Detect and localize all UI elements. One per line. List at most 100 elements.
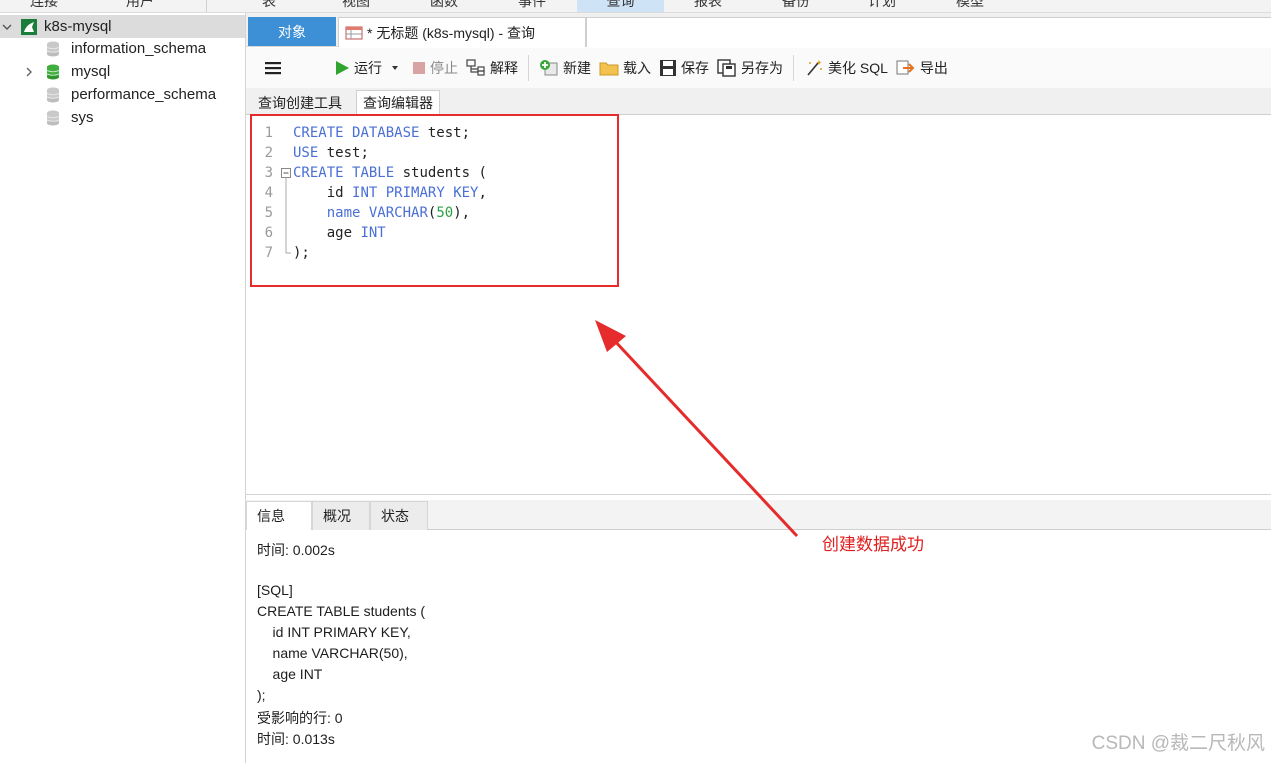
menu-table[interactable]: 表 (262, 0, 276, 11)
annotation-label: 创建数据成功 (822, 535, 924, 554)
line-number: 5 (264, 205, 273, 221)
result-line: age INT (257, 666, 323, 682)
new-query-icon (540, 60, 558, 76)
code-line[interactable]: 7); (246, 243, 846, 263)
hamburger-icon (265, 62, 281, 75)
beautify-sql-button[interactable]: 美化 SQL (800, 54, 892, 82)
menu-schedule[interactable]: 计划 (868, 0, 896, 11)
fold-gutter (279, 203, 293, 223)
menu-button[interactable] (260, 54, 290, 82)
tree-connection[interactable]: k8s-mysql (0, 15, 245, 38)
tree-db-sys[interactable]: sys (46, 106, 94, 129)
line-number: 3 (264, 165, 273, 181)
tree-db-performance-schema[interactable]: performance_schema (46, 83, 216, 106)
navigation-sidebar: k8s-mysql information_schema mysql perfo… (0, 13, 246, 763)
menu-model[interactable]: 模型 (956, 0, 984, 11)
query-table-icon (345, 26, 363, 39)
database-icon (46, 87, 60, 102)
sql-editor[interactable]: 1 CREATE DATABASE test; 2 USE test; 3 CREATE … (246, 115, 1271, 495)
editor-subtabs: 查询创建工具 查询编辑器 (246, 88, 1271, 115)
new-button[interactable]: 新建 (535, 54, 595, 82)
menu-function[interactable]: 函数 (430, 0, 458, 11)
mysql-connection-icon (21, 18, 37, 35)
menu-report[interactable]: 报表 (694, 0, 722, 11)
connection-label: k8s-mysql (44, 18, 112, 35)
menu-view[interactable]: 视图 (342, 0, 370, 11)
database-label: mysql (71, 63, 111, 80)
line-number: 6 (264, 225, 273, 241)
tab-objects[interactable]: 对象 (248, 17, 336, 46)
result-line: 时间: 0.013s (257, 731, 335, 747)
app-window: 连接 用户 表 视图 函数 事件 查询 报表 备份 计划 模型 k8s-mysq… (0, 0, 1271, 763)
code-line[interactable]: 2 USE test; (246, 143, 846, 163)
result-line: id INT PRIMARY KEY, (257, 624, 411, 640)
database-icon (46, 110, 60, 125)
tab-query-editor[interactable]: 查询编辑器 (356, 90, 440, 115)
fold-toggle-icon[interactable] (279, 163, 293, 183)
tab-summary[interactable]: 概况 (312, 501, 370, 530)
line-number: 4 (264, 185, 273, 201)
tab-query-label: * 无标题 (k8s-mysql) - 查询 (367, 24, 535, 41)
export-button[interactable]: 导出 (892, 54, 952, 82)
line-number: 1 (264, 125, 273, 141)
menu-user[interactable]: 用户 (126, 0, 154, 11)
line-number: 7 (264, 245, 273, 261)
menu-backup[interactable]: 备份 (782, 0, 810, 11)
menu-query[interactable]: 查询 (577, 0, 664, 12)
result-tabs: 信息 概况 状态 (246, 500, 1271, 530)
database-label: information_schema (71, 40, 207, 57)
menu-connection[interactable]: 连接 (30, 0, 58, 11)
result-line: 时间: 0.002s (257, 542, 335, 558)
magic-wand-icon (807, 60, 822, 76)
explain-button[interactable]: 解释 (462, 54, 522, 82)
tab-query-builder[interactable]: 查询创建工具 (252, 90, 348, 115)
fold-gutter (279, 183, 293, 203)
save-button[interactable]: 保存 (655, 54, 713, 82)
save-icon (660, 60, 676, 76)
fold-gutter (279, 243, 293, 263)
play-icon (336, 61, 349, 75)
result-line: 受影响的行: 0 (257, 710, 343, 726)
fold-gutter (279, 123, 293, 143)
chevron-down-icon[interactable] (0, 20, 14, 34)
result-line: [SQL] (257, 582, 293, 598)
export-icon (896, 60, 915, 75)
code-text: CREATE TABLE students ( (293, 165, 487, 181)
result-line: name VARCHAR(50), (257, 645, 408, 661)
database-icon (46, 64, 60, 79)
code-text: name VARCHAR(50), (326, 205, 471, 221)
chevron-right-icon[interactable] (22, 65, 36, 79)
tree-db-information-schema[interactable]: information_schema (46, 37, 206, 60)
result-line: CREATE TABLE students ( (257, 603, 426, 619)
result-line: ); (257, 687, 266, 703)
run-button[interactable]: 运行 (330, 54, 408, 82)
code-line[interactable]: 4 id INT PRIMARY KEY, (246, 183, 846, 203)
tab-query[interactable]: * 无标题 (k8s-mysql) - 查询 (338, 17, 586, 47)
code-text: USE test; (293, 145, 369, 161)
tab-message[interactable]: 信息 (246, 501, 312, 530)
stop-button[interactable]: 停止 (408, 54, 462, 82)
save-as-button[interactable]: 另存为 (713, 54, 787, 82)
database-label: performance_schema (71, 86, 217, 103)
menu-event[interactable]: 事件 (518, 0, 546, 11)
watermark: CSDN @裁二尺秋风 (1091, 733, 1265, 754)
code-text: id INT PRIMARY KEY, (293, 185, 487, 201)
database-icon (46, 41, 60, 56)
line-number: 2 (264, 145, 273, 161)
code-line[interactable]: 5 name VARCHAR(50), (246, 203, 846, 223)
tab-bar-empty-area (586, 17, 1271, 47)
fold-gutter (279, 223, 293, 243)
load-button[interactable]: 载入 (595, 54, 655, 82)
explain-icon (466, 59, 485, 76)
code-text: ); (293, 245, 310, 261)
stop-icon (413, 62, 425, 74)
tab-status[interactable]: 状态 (370, 501, 428, 530)
code-text: CREATE DATABASE test; (293, 125, 471, 141)
code-line[interactable]: 1 CREATE DATABASE test; (246, 123, 846, 143)
dropdown-arrow-icon[interactable] (390, 64, 400, 72)
top-menu-bar: 连接 用户 表 视图 函数 事件 查询 报表 备份 计划 模型 (0, 0, 1271, 13)
code-line[interactable]: 3 CREATE TABLE students ( (246, 163, 846, 183)
code-text: age INT (293, 225, 386, 241)
code-line[interactable]: 6 age INT (246, 223, 846, 243)
tree-db-mysql[interactable]: mysql (22, 60, 110, 83)
